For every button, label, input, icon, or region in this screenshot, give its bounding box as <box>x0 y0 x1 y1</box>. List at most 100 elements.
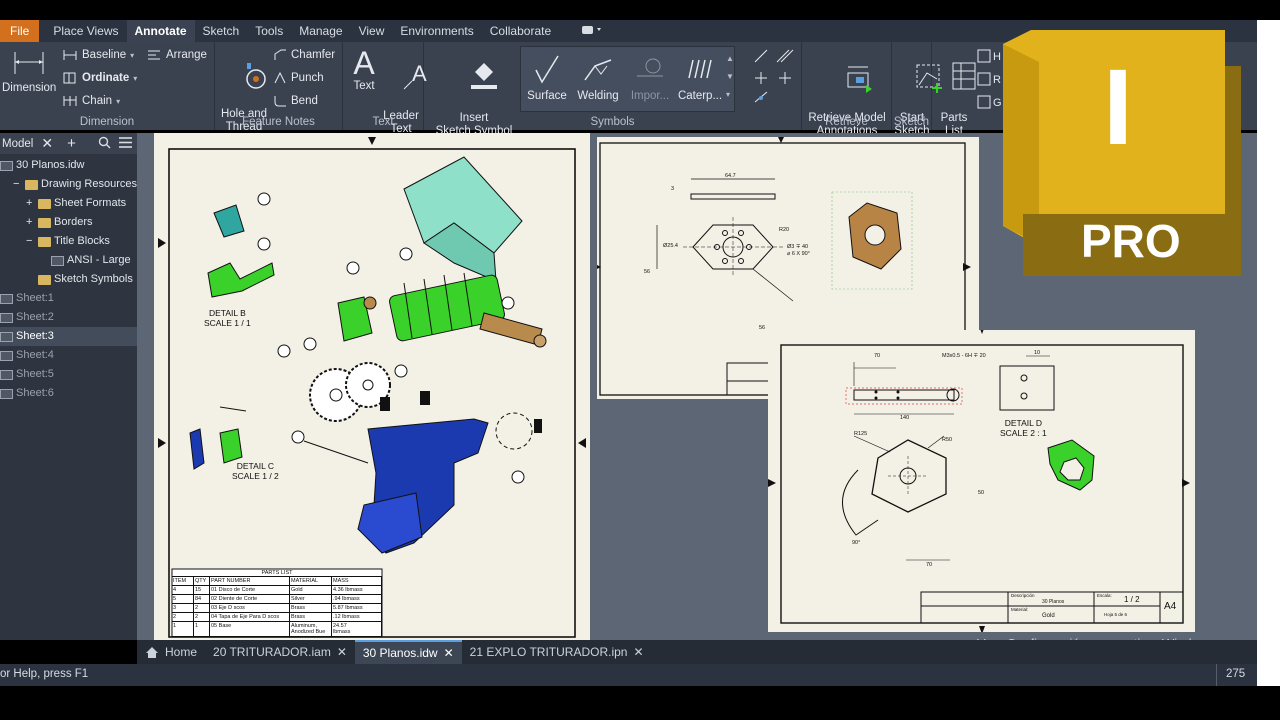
menu-place-views[interactable]: Place Views <box>45 20 126 42</box>
baseline-label: Baseline <box>82 49 127 61</box>
inventor-pro-logo: I PRO <box>1003 30 1241 276</box>
status-count: 275 <box>1226 668 1246 680</box>
tab-label: 21 EXPLO TRITURADOR.ipn <box>469 645 628 659</box>
browser-item[interactable]: + Borders <box>0 213 137 232</box>
browser-item[interactable]: Sheet:1 <box>0 289 137 308</box>
browser-item[interactable]: 30 Planos.idw <box>0 156 137 175</box>
chevron-down-icon: ▾ <box>133 73 138 83</box>
caterpillar-button[interactable]: Caterp... <box>676 52 724 103</box>
document-tabs: Home 20 TRITURADOR.iam ✕ 30 Planos.idw ✕… <box>137 640 1257 664</box>
baseline-button[interactable]: Baseline ▾ <box>62 48 134 62</box>
table-cell: ITEM <box>172 577 194 585</box>
browser-item[interactable]: Sheet:6 <box>0 384 137 403</box>
folder-icon <box>38 236 51 247</box>
table-cell: 05 Base <box>210 622 290 636</box>
chain-button[interactable]: Chain ▾ <box>62 94 120 108</box>
video-options-icon[interactable] <box>573 20 611 42</box>
collapse-icon[interactable]: − <box>26 232 35 251</box>
model-browser: Model ✕ + 30 Planos.idw − Drawing Resource… <box>0 133 137 640</box>
menu-annotate[interactable]: Annotate <box>126 20 195 42</box>
browser-item[interactable]: − Title Blocks <box>0 232 137 251</box>
close-icon[interactable]: ✕ <box>633 640 643 664</box>
browser-item[interactable]: ANSI - Large <box>0 251 137 270</box>
dimension-button[interactable]: Dimension <box>2 48 56 95</box>
dim-50: 50 <box>978 490 985 496</box>
browser-item[interactable]: Sheet:2 <box>0 308 137 327</box>
arrange-icon <box>148 50 160 60</box>
punch-button[interactable]: Punch <box>273 71 324 85</box>
table-cell: .94 lbmass <box>332 595 382 603</box>
table-cell: QTY <box>194 577 210 585</box>
table-row: 4 15 01 Disco de Corte Gold 4.36 lbmass <box>172 586 382 595</box>
text-group: A Text A Leader Text Text <box>343 42 427 135</box>
hole-thread-icon <box>245 63 266 89</box>
detail-b-label: DETAIL B SCALE 1 / 1 <box>204 308 251 328</box>
import-label: Impor... <box>630 90 670 102</box>
ordinate-button[interactable]: Ordinate ▾ <box>62 71 137 85</box>
expand-icon[interactable]: + <box>26 194 35 213</box>
browser-item-label: Sheet:6 <box>16 387 54 399</box>
browser-item[interactable]: Sketch Symbols <box>0 270 137 289</box>
feature-notes-group: Hole and Thread Chamfer Punch Bend Featu… <box>215 42 343 133</box>
tb-size: A4 <box>1164 601 1177 612</box>
menu-collaborate[interactable]: Collaborate <box>482 20 559 42</box>
close-icon[interactable]: ✕ <box>337 640 347 664</box>
gallery-scroll-icon[interactable]: ▲ ▼ ▾ <box>726 50 734 104</box>
text-group-label: Text <box>372 116 394 128</box>
table-cell: PART NUMBER <box>210 577 290 585</box>
close-icon[interactable]: ✕ <box>41 135 53 152</box>
sheet-icon <box>0 312 13 323</box>
import-button[interactable]: Impor... <box>626 52 674 103</box>
sheet-icon <box>0 350 13 361</box>
table-cell: Brass <box>290 604 332 612</box>
surface-button[interactable]: Surface <box>524 52 570 103</box>
search-icon[interactable] <box>98 136 111 152</box>
tab-triturador-iam[interactable]: 20 TRITURADOR.iam ✕ <box>205 640 355 664</box>
table-tools-icons[interactable]: HRG <box>976 48 1002 112</box>
browser-item-label: Title Blocks <box>54 235 110 247</box>
tab-home[interactable]: Home <box>137 640 205 664</box>
chevron-down-icon: ▾ <box>116 96 121 106</box>
browser-item[interactable]: + Sheet Formats <box>0 194 137 213</box>
close-icon[interactable]: ✕ <box>444 641 454 665</box>
arrange-button[interactable]: Arrange <box>146 48 207 62</box>
add-icon[interactable]: + <box>67 135 76 152</box>
browser-item[interactable]: Sheet:3 <box>0 327 137 346</box>
menu-view[interactable]: View <box>351 20 393 42</box>
menu-icon[interactable] <box>118 136 132 151</box>
dim-r50: R50 <box>942 437 953 443</box>
text-button[interactable]: A Text <box>349 46 379 93</box>
dim-140: 140 <box>900 415 910 421</box>
status-bar: or Help, press F1 275 <box>0 664 1257 686</box>
dim-3: 3 <box>671 186 675 192</box>
menu-manage[interactable]: Manage <box>291 20 350 42</box>
detail-c-label: DETAIL C SCALE 1 / 2 <box>232 461 279 481</box>
sheet-detail[interactable]: 70 M3x0.5 - 6H ∓ 20 10 140 R125 R50 50 9… <box>768 330 1195 632</box>
detail-drawing <box>768 330 1190 632</box>
browser-item[interactable]: − Drawing Resources <box>0 175 137 194</box>
chamfer-button[interactable]: Chamfer <box>273 48 335 62</box>
menu-environments[interactable]: Environments <box>392 20 481 42</box>
dim-64-7: 64.7 <box>725 173 736 179</box>
tab-planos-idw[interactable]: 30 Planos.idw ✕ <box>354 640 462 665</box>
tab-explo-triturador-ipn[interactable]: 21 EXPLO TRITURADOR.ipn ✕ <box>462 640 652 664</box>
table-cell: MASS <box>332 577 382 585</box>
table-cell: 4.36 lbmass <box>332 586 382 594</box>
collapse-icon[interactable]: − <box>13 175 22 194</box>
parts-list-title: PARTS LIST <box>172 569 382 577</box>
browser-item-label: Sheet:2 <box>16 311 54 323</box>
expand-icon[interactable]: + <box>26 213 35 232</box>
surface-label: Surface <box>527 90 567 102</box>
sheet-assembly[interactable]: DETAIL B SCALE 1 / 1 DETAIL C SCALE 1 / … <box>154 133 590 640</box>
menu-tools[interactable]: Tools <box>247 20 291 42</box>
browser-item[interactable]: Sheet:4 <box>0 346 137 365</box>
browser-item[interactable]: Sheet:5 <box>0 365 137 384</box>
ordinate-label: Ordinate <box>82 72 130 84</box>
bend-button[interactable]: Bend <box>273 94 318 108</box>
menu-file[interactable]: File <box>0 20 40 42</box>
browser-item-label: Borders <box>54 216 93 228</box>
menu-sketch[interactable]: Sketch <box>195 20 248 42</box>
caterpillar-icon <box>688 59 712 79</box>
tab-home-label: Home <box>165 645 198 659</box>
welding-button[interactable]: Welding <box>574 52 622 103</box>
